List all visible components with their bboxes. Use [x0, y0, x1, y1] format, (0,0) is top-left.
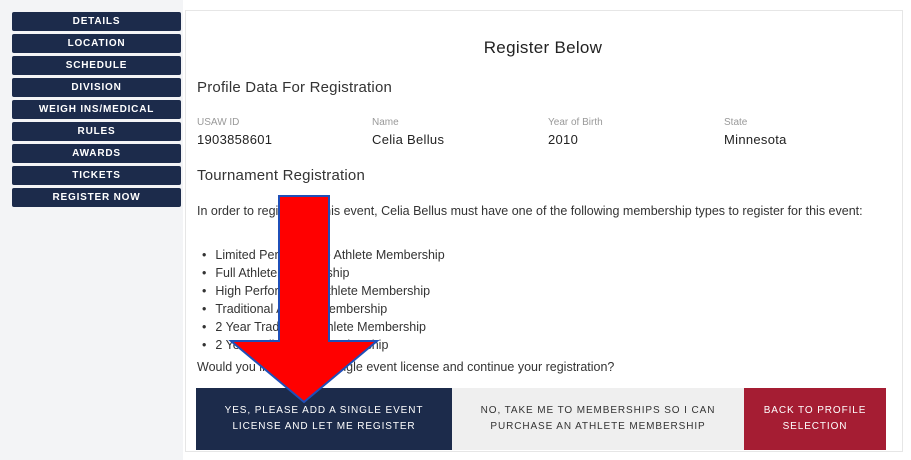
sidebar-item-awards[interactable]: AWARDS — [12, 144, 181, 163]
sidebar-item-weigh-ins-medical[interactable]: WEIGH INS/MEDICAL — [12, 100, 181, 119]
registration-panel — [185, 10, 903, 452]
back-to-profile-selection-button[interactable]: BACK TO PROFILE SELECTION — [744, 388, 886, 450]
page-title: Register Below — [483, 38, 603, 57]
go-to-memberships-button[interactable]: NO, TAKE ME TO MEMBERSHIPS SO I CAN PURC… — [452, 388, 744, 450]
name-value: Celia Bellus — [372, 132, 445, 147]
membership-requirement-text: In order to register for this event, Cel… — [197, 204, 863, 218]
list-item: Limited Performance Athlete Membership — [202, 246, 444, 264]
sidebar-item-location[interactable]: LOCATION — [12, 34, 181, 53]
go-to-memberships-label: NO, TAKE ME TO MEMBERSHIPS SO I CAN PURC… — [480, 405, 716, 432]
year-of-birth-value: 2010 — [548, 132, 579, 147]
year-of-birth-label: Year of Birth — [548, 117, 603, 128]
list-item: Full Athlete Membership — [202, 264, 445, 282]
event-sidebar: DETAILS LOCATION SCHEDULE DIVISION WEIGH… — [12, 12, 181, 210]
back-to-profile-selection-label: BACK TO PROFILE SELECTION — [763, 405, 867, 432]
state-label: State — [724, 117, 748, 128]
list-item: 2 Year Full Athlete Membership — [202, 336, 445, 354]
add-single-event-license-button[interactable]: YES, PLEASE ADD A SINGLE EVENT LICENSE A… — [196, 388, 452, 450]
usaw-id-value: 1903858601 — [197, 132, 273, 147]
sidebar-item-rules[interactable]: RULES — [12, 122, 181, 141]
sidebar-item-schedule[interactable]: SCHEDULE — [12, 56, 181, 75]
usaw-id-label: USAW ID — [197, 117, 240, 128]
sidebar-item-division[interactable]: DIVISION — [12, 78, 181, 97]
list-item: Traditional Athlete Membership — [202, 300, 445, 318]
name-label: Name — [372, 117, 399, 128]
profile-section-title: Profile Data For Registration — [197, 79, 393, 96]
registration-section-title: Tournament Registration — [197, 167, 366, 184]
membership-list: Limited Performance Athlete Membership F… — [202, 246, 445, 354]
list-item: High Performance Athlete Membership — [202, 282, 445, 300]
single-event-license-question: Would you like to add a single event lic… — [197, 360, 615, 374]
sidebar-item-tickets[interactable]: TICKETS — [12, 166, 181, 185]
state-value: Minnesota — [724, 132, 787, 147]
list-item: 2 Year Traditional Athlete Membership — [202, 318, 445, 336]
sidebar-item-details[interactable]: DETAILS — [12, 12, 181, 31]
sidebar-item-register-now[interactable]: REGISTER NOW — [12, 188, 181, 207]
add-single-event-license-label: YES, PLEASE ADD A SINGLE EVENT LICENSE A… — [224, 405, 424, 432]
